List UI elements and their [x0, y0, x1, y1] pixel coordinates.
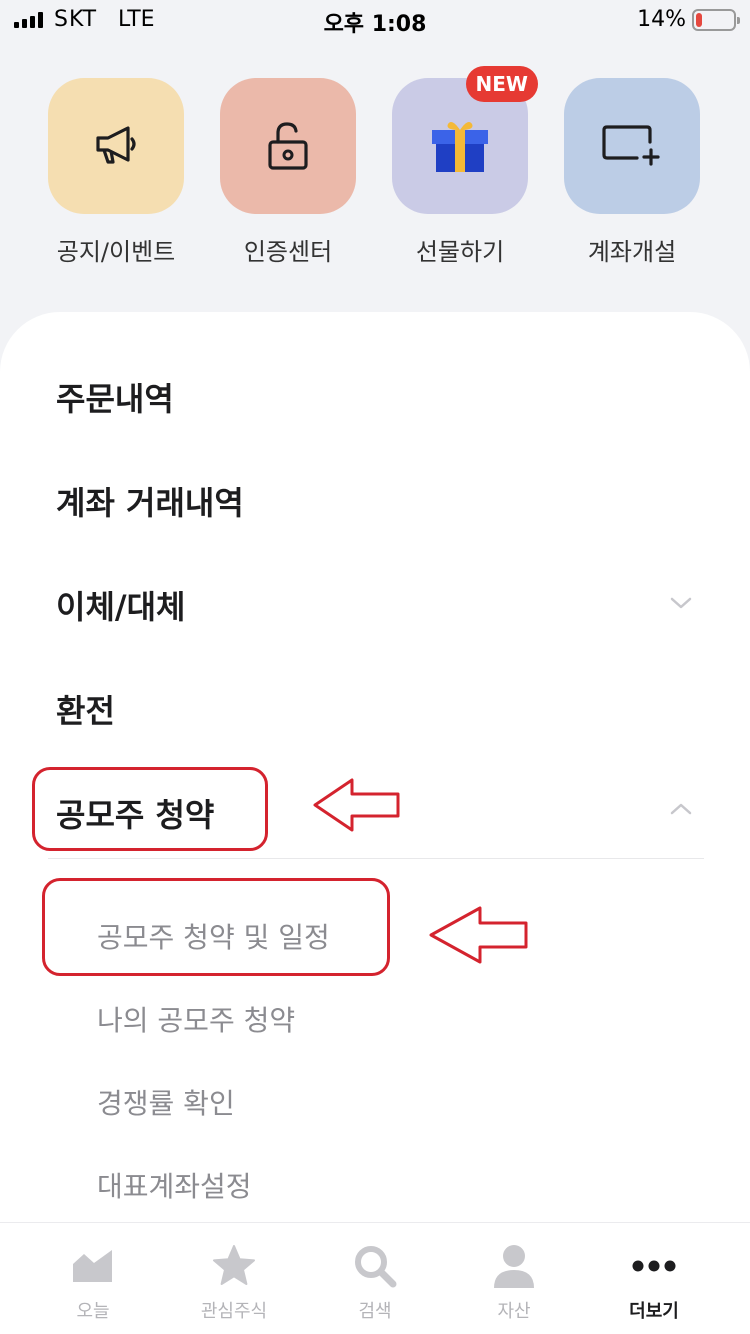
- left-arrow-icon: [313, 778, 400, 832]
- battery-level-fill: [696, 13, 702, 27]
- chevron-up-icon[interactable]: [670, 798, 692, 820]
- menu-item-exchange[interactable]: 환전: [56, 686, 115, 732]
- tab-label: 더보기: [629, 1301, 679, 1322]
- quick-action-gift[interactable]: NEW 선물하기: [392, 66, 538, 267]
- battery-percent: 14%: [637, 7, 686, 32]
- star-icon: [213, 1245, 255, 1285]
- quick-actions: 공지/이벤트 인증센터 NEW 선물하기 계좌개설: [0, 66, 750, 278]
- quick-action-open-account[interactable]: 계좌개설: [564, 78, 700, 267]
- megaphone-icon: [96, 126, 136, 164]
- status-bar: SKT LTE 오후 1:08 14%: [0, 0, 750, 40]
- sub-item-my-ipo[interactable]: 나의 공모주 청약: [97, 999, 295, 1039]
- tab-bar: 오늘 관심주식 검색 자산 더보기: [0, 1222, 750, 1334]
- quick-action-label: 계좌개설: [587, 238, 677, 266]
- chart-icon: [73, 1250, 112, 1282]
- menu-item-account-transactions[interactable]: 계좌 거래내역: [56, 478, 244, 524]
- tab-label: 관심주식: [200, 1301, 268, 1322]
- menu-item-order-history[interactable]: 주문내역: [56, 374, 174, 420]
- quick-action-tile[interactable]: [564, 78, 700, 214]
- search-icon: [355, 1246, 397, 1288]
- quick-action-tile[interactable]: NEW: [392, 66, 538, 214]
- sub-item-competition-rate[interactable]: 경쟁률 확인: [97, 1082, 235, 1122]
- quick-action-notice[interactable]: 공지/이벤트: [48, 78, 184, 267]
- quick-action-label: 인증센터: [243, 238, 333, 266]
- tab-label: 오늘: [76, 1301, 110, 1322]
- sub-item-representative-account[interactable]: 대표계좌설정: [97, 1165, 252, 1205]
- person-icon: [494, 1245, 534, 1288]
- quick-action-label: 선물하기: [415, 238, 505, 266]
- divider: [48, 858, 704, 859]
- quick-action-label: 공지/이벤트: [56, 238, 176, 266]
- battery-icon: [692, 9, 740, 31]
- unlock-icon: [268, 122, 308, 170]
- add-account-icon: [602, 125, 660, 166]
- tab-assets[interactable]: 자산: [439, 1243, 589, 1323]
- tab-search[interactable]: 검색: [300, 1243, 450, 1323]
- tab-today[interactable]: 오늘: [18, 1243, 168, 1323]
- tab-more[interactable]: 더보기: [579, 1243, 729, 1323]
- gift-icon: [432, 122, 488, 172]
- tab-label: 자산: [497, 1301, 531, 1322]
- annotation-box: [42, 878, 390, 976]
- left-arrow-icon: [429, 906, 528, 964]
- chevron-down-icon[interactable]: [670, 592, 692, 614]
- menu-item-transfer[interactable]: 이체/대체: [56, 582, 185, 628]
- new-badge: NEW: [465, 66, 538, 102]
- annotation-box: [32, 767, 268, 851]
- more-icon: [632, 1260, 676, 1272]
- quick-action-tile[interactable]: [220, 78, 356, 214]
- quick-action-auth-center[interactable]: 인증센터: [220, 78, 356, 267]
- tab-label: 검색: [358, 1301, 392, 1322]
- quick-action-tile[interactable]: [48, 78, 184, 214]
- tab-watchlist[interactable]: 관심주식: [159, 1243, 309, 1323]
